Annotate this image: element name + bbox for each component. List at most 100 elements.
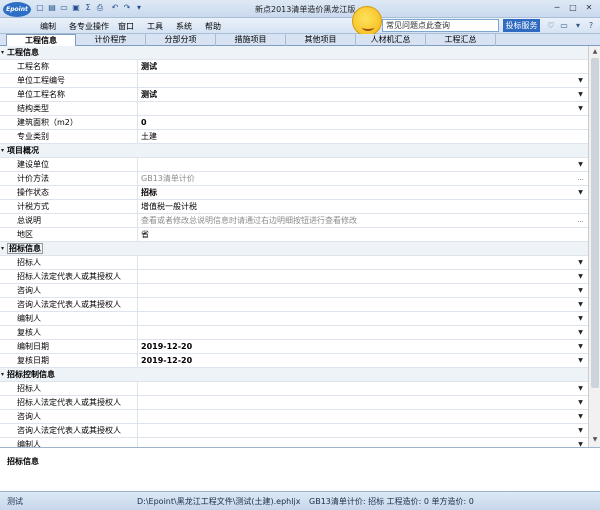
mascot-icon[interactable] <box>352 6 382 36</box>
dropdown-arrow-icon[interactable]: ▼ <box>576 440 585 447</box>
sum-icon[interactable]: Σ <box>83 3 93 13</box>
grid-row[interactable]: 复核人 ▼ <box>0 326 588 340</box>
grid-row[interactable]: 编制人 ▼ <box>0 312 588 326</box>
grid-row[interactable]: 复核日期 2019-12-20 ▼ <box>0 354 588 368</box>
grid-row[interactable]: 编制日期 2019-12-20 ▼ <box>0 340 588 354</box>
dropdown-arrow-icon[interactable]: ▼ <box>576 272 585 282</box>
field-value[interactable]: 2019-12-20 <box>141 340 571 354</box>
tab-measures[interactable]: 措施项目 <box>216 34 286 46</box>
dropdown-arrow-icon[interactable]: ▼ <box>576 356 585 366</box>
dropdown-arrow-icon[interactable]: ▼ <box>576 188 585 198</box>
grid-row[interactable]: 咨询人 ▼ <box>0 284 588 298</box>
grid-row[interactable]: 操作状态 招标 ▼ <box>0 186 588 200</box>
open-file-icon[interactable]: ▤ <box>47 3 57 13</box>
tab-other-items[interactable]: 其他项目 <box>286 34 356 46</box>
grid-row[interactable]: 计税方式 增值税一般计税 <box>0 200 588 214</box>
field-value[interactable]: 增值税一般计税 <box>141 200 571 214</box>
tab-pricing-program[interactable]: 计价程序 <box>76 34 146 46</box>
field-value[interactable] <box>141 74 571 88</box>
field-value[interactable] <box>141 312 571 326</box>
section-header[interactable]: ▾ 工程信息 <box>0 46 588 60</box>
menu-specialty-ops[interactable]: 各专业操作 <box>69 21 109 32</box>
grid-row[interactable]: 咨询人 ▼ <box>0 410 588 424</box>
grid-row[interactable]: 招标人 ▼ <box>0 382 588 396</box>
field-value[interactable] <box>141 256 571 270</box>
grid-row[interactable]: 结构类型 ▼ <box>0 102 588 116</box>
field-value[interactable] <box>141 438 571 447</box>
grid-row[interactable]: 招标人法定代表人或其授权人 ▼ <box>0 270 588 284</box>
dropdown-arrow-icon[interactable]: ▼ <box>576 258 585 268</box>
field-value[interactable] <box>141 270 571 284</box>
grid-row[interactable]: 建设单位 ▼ <box>0 158 588 172</box>
dropdown-arrow-icon[interactable]: ▼ <box>576 90 585 100</box>
bid-service-button[interactable]: 投标服务 <box>503 19 540 32</box>
grid-row[interactable]: 建筑面积（m2） 0 <box>0 116 588 130</box>
field-value[interactable]: 测试 <box>141 88 571 102</box>
field-value[interactable]: 省 <box>141 228 571 242</box>
grid-row[interactable]: 总说明 查看或者修改总说明信息时请通过右边明细按钮进行查看修改… <box>0 214 588 228</box>
heart-icon[interactable]: ♡ <box>546 21 556 31</box>
help-icon[interactable]: ? <box>586 21 596 31</box>
tab-sub-items[interactable]: 分部分项 <box>146 34 216 46</box>
field-value[interactable] <box>141 396 571 410</box>
grid-row[interactable]: 地区 省 <box>0 228 588 242</box>
scroll-down-icon[interactable]: ▼ <box>590 435 600 445</box>
dropdown-arrow-icon[interactable]: ▼ <box>576 104 585 114</box>
field-value[interactable] <box>141 102 571 116</box>
field-value[interactable]: 土建 <box>141 130 571 144</box>
dropdown-arrow-icon[interactable]: ▼ <box>576 412 585 422</box>
app-logo[interactable]: Epoint <box>3 2 31 17</box>
maximize-icon[interactable]: □ <box>567 2 579 14</box>
new-file-icon[interactable]: ▢ <box>35 3 45 13</box>
grid-row[interactable]: 咨询人法定代表人或其授权人 ▼ <box>0 424 588 438</box>
save-icon[interactable]: ▣ <box>71 3 81 13</box>
scroll-up-icon[interactable]: ▲ <box>590 47 600 57</box>
field-value[interactable]: 招标 <box>141 186 571 200</box>
field-value[interactable] <box>141 298 571 312</box>
dropdown-arrow-icon[interactable]: ▼ <box>576 300 585 310</box>
menu-tools[interactable]: 工具 <box>147 21 163 32</box>
menu-compile[interactable]: 编制 <box>40 21 56 32</box>
folder-icon[interactable]: ▭ <box>59 3 69 13</box>
close-icon[interactable]: ✕ <box>583 2 595 14</box>
undo-icon[interactable]: ↶ <box>110 3 120 13</box>
grid-row[interactable]: 单位工程名称 测试 ▼ <box>0 88 588 102</box>
field-value[interactable] <box>141 284 571 298</box>
grid-row[interactable]: 咨询人法定代表人或其授权人 ▼ <box>0 298 588 312</box>
tab-labor-material-summary[interactable]: 人材机汇总 <box>356 34 426 46</box>
field-value[interactable]: 测试 <box>141 60 571 74</box>
field-value[interactable] <box>141 326 571 340</box>
section-header[interactable]: ▾ 招标控制信息 <box>0 368 588 382</box>
grid-row[interactable]: 工程名称 测试 <box>0 60 588 74</box>
customize-icon[interactable]: ▾ <box>134 3 144 13</box>
field-value[interactable] <box>141 382 571 396</box>
dropdown-arrow-icon[interactable]: ▼ <box>576 384 585 394</box>
dropdown-arrow-icon[interactable]: ▼ <box>576 314 585 324</box>
menu-system[interactable]: 系统 <box>176 21 192 32</box>
grid-row[interactable]: 专业类别 土建 <box>0 130 588 144</box>
grid-row[interactable]: 招标人法定代表人或其授权人 ▼ <box>0 396 588 410</box>
menu-window[interactable]: 窗口 <box>118 21 134 32</box>
scroll-thumb[interactable] <box>591 58 599 388</box>
grid-row[interactable]: 计价方法 GB13清单计价… <box>0 172 588 186</box>
ribbon-options-icon[interactable]: ▾ <box>573 21 583 31</box>
field-value[interactable] <box>141 410 571 424</box>
grid-row[interactable]: 单位工程编号 ▼ <box>0 74 588 88</box>
tab-project-summary[interactable]: 工程汇总 <box>426 34 496 46</box>
grid-row[interactable]: 编制人 ▼ <box>0 438 588 447</box>
ribbon-minimize-icon[interactable]: ▭ <box>559 21 569 31</box>
field-value[interactable] <box>141 424 571 438</box>
redo-icon[interactable]: ↷ <box>122 3 132 13</box>
minimize-icon[interactable]: ─ <box>551 2 563 14</box>
field-value[interactable]: 2019-12-20 <box>141 354 571 368</box>
dropdown-arrow-icon[interactable]: ▼ <box>576 398 585 408</box>
dropdown-arrow-icon[interactable]: ▼ <box>576 286 585 296</box>
field-value[interactable] <box>141 158 571 172</box>
field-value[interactable]: GB13清单计价 <box>141 172 571 186</box>
ellipsis-button[interactable]: … <box>576 174 585 184</box>
menu-help[interactable]: 帮助 <box>205 21 221 32</box>
dropdown-arrow-icon[interactable]: ▼ <box>576 328 585 338</box>
field-value[interactable]: 查看或者修改总说明信息时请通过右边明细按钮进行查看修改 <box>141 214 571 228</box>
vertical-scrollbar[interactable]: ▲ ▼ <box>588 46 600 447</box>
dropdown-arrow-icon[interactable]: ▼ <box>576 426 585 436</box>
